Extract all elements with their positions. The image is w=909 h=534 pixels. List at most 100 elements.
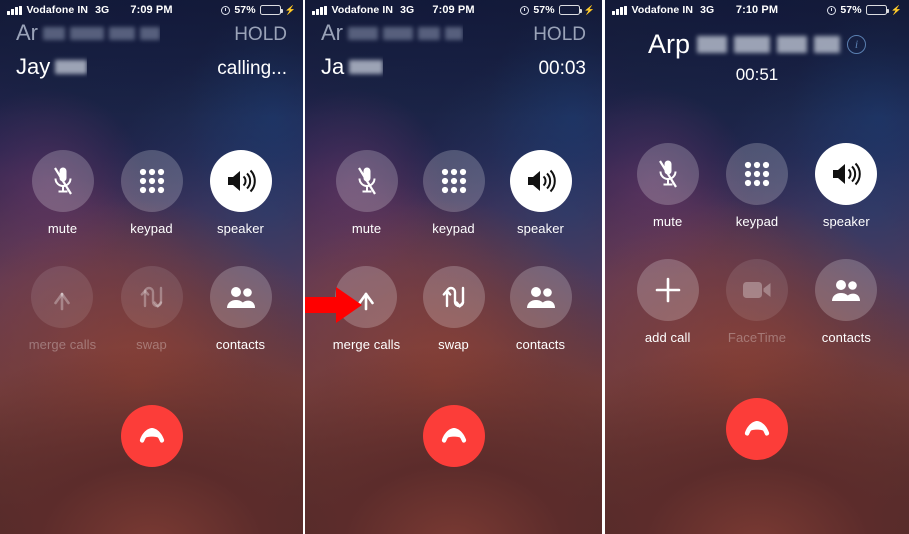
redacted-text	[140, 27, 160, 40]
speaker-icon	[509, 150, 572, 212]
redacted-text	[777, 35, 808, 53]
keypad-grid-icon	[120, 150, 183, 212]
status-bar-right: 57% ⚡	[827, 4, 902, 16]
end-call-button[interactable]	[422, 405, 485, 467]
contacts-icon	[509, 266, 572, 328]
call-header: Arp i 00:51	[605, 20, 909, 85]
end-call-area	[0, 405, 303, 467]
held-call-status: HOLD	[533, 24, 586, 45]
redacted-text	[109, 27, 135, 40]
contacts-button[interactable]: contacts	[815, 259, 878, 345]
swap-button[interactable]: swap	[120, 266, 183, 352]
merge-calls-button-label: merge calls	[28, 337, 97, 352]
merge-calls-button-label: merge calls	[332, 337, 401, 352]
carrier-label: Vodafone IN	[331, 4, 394, 16]
charging-bolt-icon: ⚡	[284, 4, 296, 15]
keypad-grid-icon	[422, 150, 485, 212]
end-call-icon	[744, 421, 770, 436]
battery-percent-label: 57%	[840, 4, 862, 16]
keypad-button[interactable]: keypad	[725, 143, 788, 229]
keypad-grid-icon	[725, 143, 788, 205]
call-header: Ar HOLD Ja 00:03	[305, 20, 602, 88]
contacts-button[interactable]: contacts	[509, 266, 572, 352]
keypad-button-label: keypad	[735, 214, 779, 229]
charging-bolt-icon: ⚡	[890, 4, 902, 15]
held-caller-name: Ar	[16, 20, 160, 46]
microphone-mute-icon	[31, 150, 94, 212]
call-screen-panel-2: Vodafone IN 3G 7:09 PM 57% ⚡ Ar HOLD Ja …	[303, 0, 603, 534]
add-call-button[interactable]: add call	[636, 259, 699, 345]
redacted-text	[697, 35, 728, 53]
signal-bars-icon	[612, 5, 627, 15]
contacts-button-label: contacts	[215, 337, 266, 352]
mute-button-label: mute	[351, 221, 382, 236]
status-bar-left: Vodafone IN 3G	[312, 4, 414, 16]
redacted-text	[349, 60, 384, 74]
active-call-row: Jay calling...	[16, 54, 287, 88]
info-circle-icon[interactable]: i	[847, 34, 867, 54]
alarm-icon	[827, 5, 837, 15]
mute-button[interactable]: mute	[636, 143, 699, 229]
call-header: Ar HOLD Jay calling...	[0, 20, 303, 88]
active-caller-name: Ja	[321, 54, 384, 80]
merge-calls-icon	[31, 266, 94, 328]
keypad-button-label: keypad	[432, 221, 475, 236]
caller-name: Arp i	[605, 24, 909, 64]
held-call-row: Ar HOLD	[321, 20, 586, 54]
status-bar: Vodafone IN 3G 7:10 PM 57% ⚡	[605, 0, 909, 20]
call-controls-grid: mute keypad speaker add call FaceTime co…	[605, 143, 909, 345]
speaker-button[interactable]: speaker	[509, 150, 572, 236]
merge-calls-button[interactable]: merge calls	[29, 266, 97, 352]
held-call-status: HOLD	[234, 24, 287, 45]
active-call-status: calling...	[217, 58, 287, 79]
end-call-area	[605, 398, 909, 460]
end-call-area	[305, 405, 602, 467]
add-call-plus-icon	[636, 259, 699, 321]
active-call-row: Ja 00:03	[321, 54, 586, 88]
contacts-button-label: contacts	[515, 337, 566, 352]
add-call-button-label: add call	[644, 330, 691, 345]
held-call-row: Ar HOLD	[16, 20, 287, 54]
battery-icon	[259, 5, 283, 15]
contacts-icon	[209, 266, 272, 328]
mute-button[interactable]: mute	[31, 150, 94, 236]
end-call-icon	[139, 428, 164, 443]
battery-percent-label: 57%	[234, 4, 256, 16]
end-call-button[interactable]	[120, 405, 183, 467]
speaker-button[interactable]: speaker	[815, 143, 878, 229]
held-caller-name: Ar	[321, 20, 463, 46]
signal-bars-icon	[7, 5, 22, 15]
status-bar: Vodafone IN 3G 7:09 PM 57% ⚡	[305, 0, 602, 20]
carrier-label: Vodafone IN	[631, 4, 694, 16]
swap-calls-icon	[422, 266, 485, 328]
call-timer: 00:51	[735, 65, 779, 84]
speaker-icon	[209, 150, 272, 212]
battery-icon	[558, 5, 582, 15]
status-bar-right: 57% ⚡	[520, 4, 595, 16]
end-call-button[interactable]	[726, 398, 788, 460]
battery-icon	[865, 5, 889, 15]
mute-button[interactable]: mute	[335, 150, 398, 236]
keypad-button-label: keypad	[130, 221, 173, 236]
battery-percent-label: 57%	[533, 4, 555, 16]
redacted-text	[814, 35, 841, 53]
status-bar-left: Vodafone IN 3G	[7, 4, 109, 16]
speaker-button-label: speaker	[517, 221, 564, 236]
status-bar-left: Vodafone IN 3G	[612, 4, 714, 16]
contacts-button[interactable]: contacts	[209, 266, 272, 352]
speaker-button[interactable]: speaker	[209, 150, 272, 236]
active-caller-name: Jay	[16, 54, 88, 80]
redacted-text	[418, 27, 440, 40]
active-call-status: 00:03	[538, 58, 586, 79]
contacts-button-label: contacts	[821, 330, 871, 345]
redacted-text	[43, 27, 65, 40]
swap-button[interactable]: swap	[422, 266, 485, 352]
speaker-icon	[815, 143, 878, 205]
keypad-button[interactable]: keypad	[422, 150, 485, 236]
keypad-button[interactable]: keypad	[120, 150, 183, 236]
facetime-button[interactable]: FaceTime	[725, 259, 788, 345]
signal-bars-icon	[312, 5, 327, 15]
network-type-label: 3G	[700, 4, 715, 16]
speaker-button-label: speaker	[822, 214, 870, 229]
redacted-text	[734, 35, 771, 53]
